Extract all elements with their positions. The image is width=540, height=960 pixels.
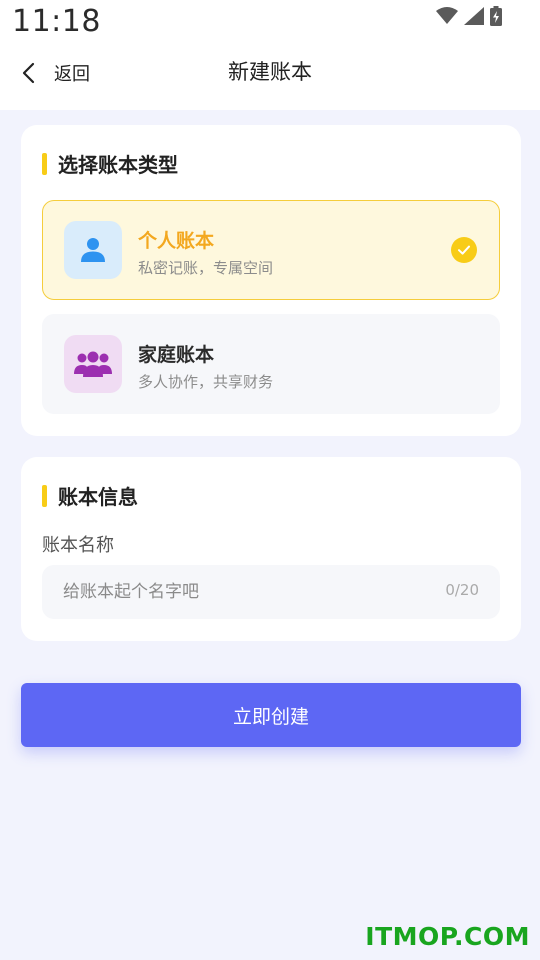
page-title: 新建账本 <box>228 60 312 84</box>
account-name-input[interactable] <box>63 565 423 619</box>
status-time: 11:18 <box>12 4 101 39</box>
status-icons <box>436 6 502 26</box>
option-personal-book[interactable]: 个人账本 私密记账，专属空间 <box>42 200 500 300</box>
name-field-label: 账本名称 <box>42 535 114 556</box>
check-icon <box>451 237 477 263</box>
wifi-icon <box>436 7 458 25</box>
section-header: 账本信息 <box>42 481 138 510</box>
section-header: 选择账本类型 <box>42 149 178 178</box>
battery-charging-icon <box>490 6 502 26</box>
account-info-card: 账本信息 账本名称 0/20 <box>21 457 521 641</box>
option-family-book[interactable]: 家庭账本 多人协作，共享财务 <box>42 314 500 414</box>
option-title: 个人账本 <box>138 230 215 252</box>
person-icon <box>64 221 122 279</box>
name-field-box: 0/20 <box>42 565 500 619</box>
option-description: 多人协作，共享财务 <box>138 373 274 391</box>
create-button[interactable]: 立即创建 <box>21 683 521 747</box>
watermark-logo: ITMOP.COM <box>365 922 530 951</box>
signal-icon <box>464 7 484 25</box>
group-icon <box>64 335 122 393</box>
top-bar: 11:18 返回 新建账本 <box>0 0 540 110</box>
section-title-info: 账本信息 <box>58 485 138 509</box>
option-title: 家庭账本 <box>138 344 215 366</box>
section-accent-bar <box>42 152 47 175</box>
option-description: 私密记账，专属空间 <box>138 259 274 277</box>
section-accent-bar <box>42 484 47 507</box>
account-type-card: 选择账本类型 个人账本 私密记账，专属空间 家庭账本 多人协作，共享财务 <box>21 125 521 436</box>
section-title-type: 选择账本类型 <box>58 153 178 177</box>
char-counter: 0/20 <box>445 581 479 599</box>
